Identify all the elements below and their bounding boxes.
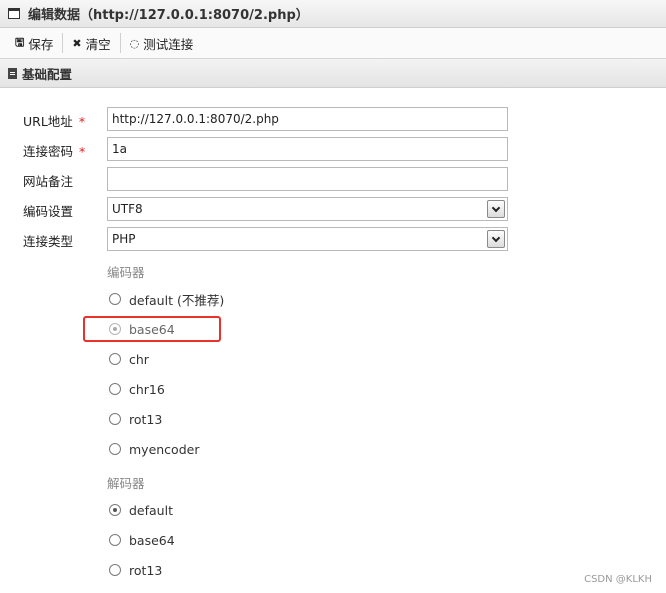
highlight-box: [83, 316, 221, 342]
radio-button[interactable]: [109, 353, 121, 365]
password-row: 连接密码 * 1a: [0, 137, 666, 161]
radio-button[interactable]: [109, 383, 121, 395]
encoder-option-default[interactable]: default (不推荐): [109, 289, 224, 309]
radio-label: myencoder: [129, 441, 200, 457]
decoder-option-base64[interactable]: base64: [109, 530, 175, 550]
note-input[interactable]: [107, 167, 508, 191]
radio-button[interactable]: [109, 413, 121, 425]
radio-button[interactable]: [109, 534, 121, 546]
radio-button[interactable]: [109, 564, 121, 576]
url-row: URL地址 * http://127.0.0.1:8070/2.php: [0, 107, 666, 131]
window-titlebar: 编辑数据（http://127.0.0.1:8070/2.php）: [0, 0, 666, 28]
encoding-dropdown-button[interactable]: [487, 200, 505, 218]
save-button-label: 保存: [28, 36, 54, 52]
encoding-select[interactable]: UTF8: [107, 197, 508, 221]
encoding-label: 编码设置: [23, 204, 74, 219]
decoder-option-default[interactable]: default: [109, 500, 173, 520]
clear-button-label: 清空: [85, 36, 111, 52]
close-icon: ✖: [72, 36, 82, 50]
radio-label: rot13: [129, 562, 163, 578]
type-select[interactable]: PHP: [107, 227, 508, 251]
clear-button[interactable]: ✖ 清空: [63, 31, 119, 55]
spinner-icon: ◌: [129, 36, 140, 50]
radio-button[interactable]: [109, 293, 121, 305]
decoder-group-label: 解码器: [107, 476, 145, 491]
test-connection-label: 测试连接: [143, 36, 194, 52]
test-connection-button[interactable]: ◌ 测试连接: [121, 31, 203, 55]
encoding-value: UTF8: [112, 202, 143, 216]
type-label: 连接类型: [23, 234, 74, 249]
chevron-down-icon: [491, 203, 501, 212]
window-title: 编辑数据（http://127.0.0.1:8070/2.php）: [28, 8, 309, 23]
save-icon: 🖫: [15, 35, 25, 49]
encoder-option-rot13[interactable]: rot13: [109, 409, 162, 429]
encoder-group-label: 编码器: [107, 265, 145, 280]
encoder-option-myencoder[interactable]: myencoder: [109, 439, 199, 459]
save-button[interactable]: 🖫 保存: [6, 31, 62, 55]
radio-label: base64: [129, 532, 175, 548]
encoder-option-chr[interactable]: chr: [109, 349, 149, 369]
type-dropdown-button[interactable]: [487, 230, 505, 248]
toolbar: 🖫 保存 ✖ 清空 ◌ 测试连接: [0, 28, 666, 59]
document-icon: [8, 67, 17, 79]
password-input[interactable]: 1a: [107, 137, 508, 161]
radio-button[interactable]: [109, 443, 121, 455]
encoder-option-chr16[interactable]: chr16: [109, 379, 165, 399]
note-row: 网站备注: [0, 167, 666, 191]
url-input[interactable]: http://127.0.0.1:8070/2.php: [107, 107, 508, 131]
required-mark: *: [78, 114, 86, 129]
type-row: 连接类型 PHP: [0, 227, 666, 251]
section-header: 基础配置: [0, 59, 666, 88]
type-value: PHP: [112, 232, 136, 246]
url-label: URL地址 *: [23, 114, 86, 129]
watermark: CSDN @KLKH: [584, 574, 652, 585]
note-label: 网站备注: [23, 174, 74, 189]
decoder-option-rot13[interactable]: rot13: [109, 560, 162, 580]
window-icon: [8, 8, 20, 19]
radio-label: chr: [129, 351, 149, 367]
encoding-row: 编码设置 UTF8: [0, 197, 666, 221]
required-mark: *: [79, 144, 86, 159]
password-label: 连接密码 *: [23, 144, 86, 159]
section-title: 基础配置: [22, 66, 73, 82]
chevron-down-icon: [491, 233, 501, 242]
radio-label: default: [129, 502, 173, 518]
radio-label: chr16: [129, 381, 165, 397]
radio-button-selected[interactable]: [109, 504, 121, 516]
radio-label: rot13: [129, 411, 163, 427]
radio-label: default (不推荐): [129, 292, 225, 308]
